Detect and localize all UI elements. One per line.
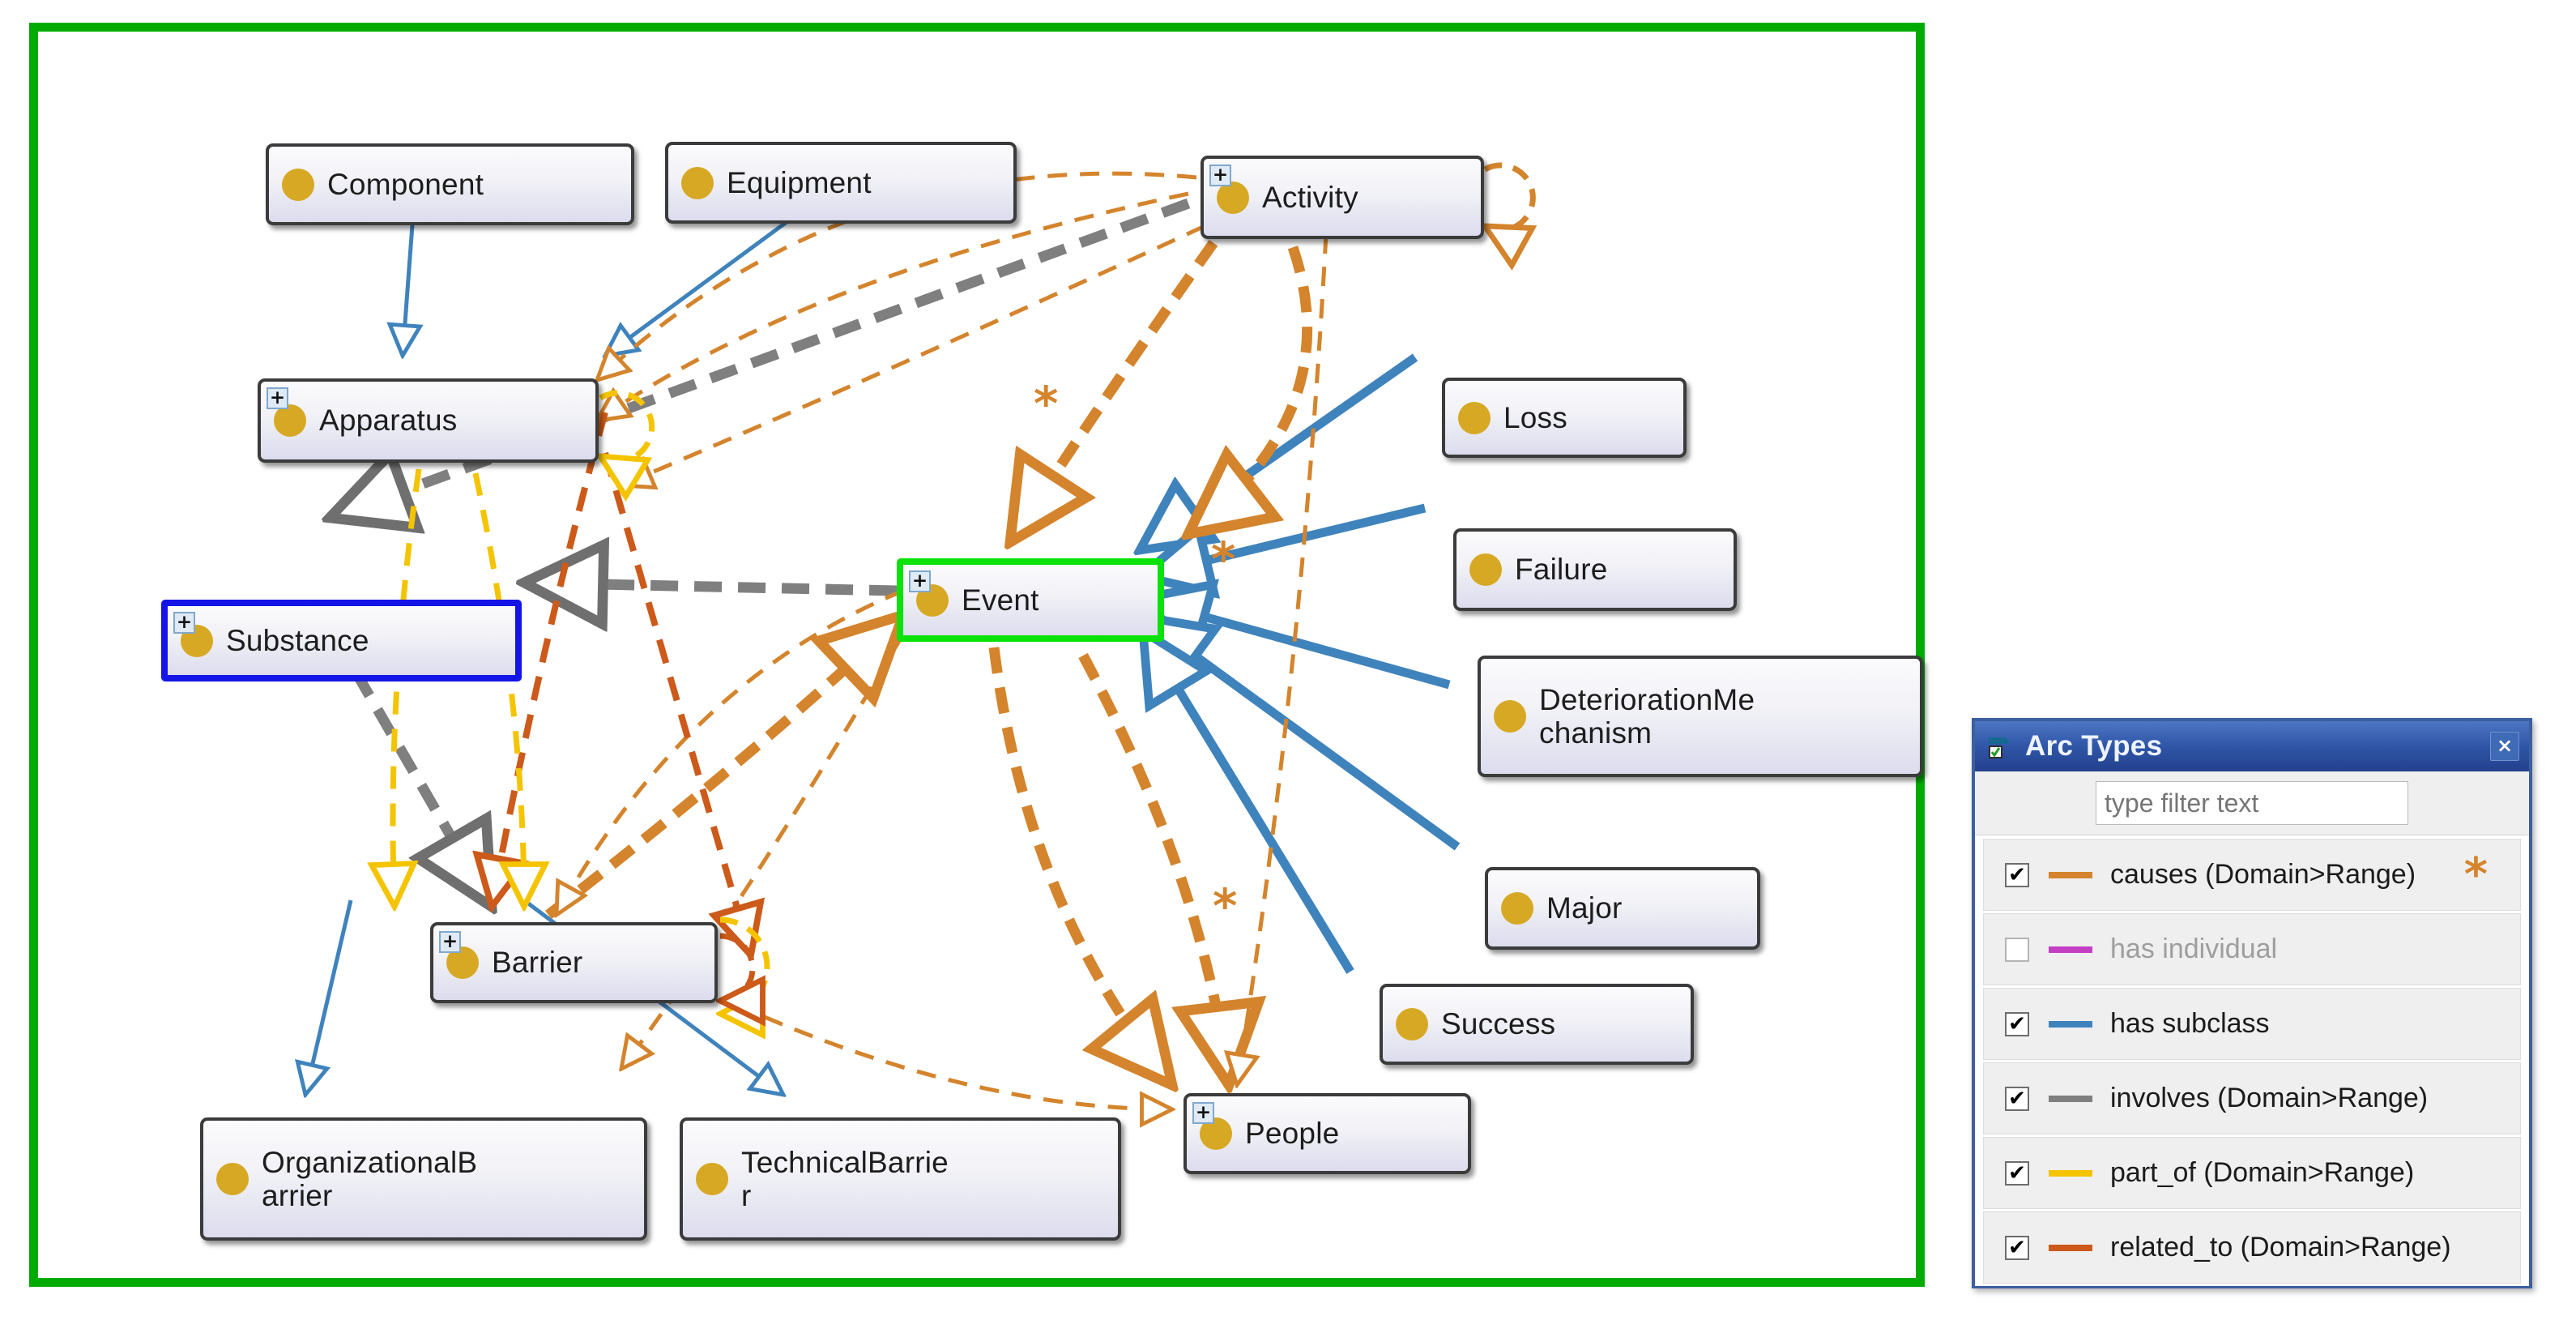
arc-type-color-swatch — [2049, 1244, 2092, 1251]
graph-node-component[interactable]: Component — [266, 143, 634, 225]
arc-type-label: has subclass — [2110, 1008, 2270, 1039]
expand-node-icon[interactable]: + — [1192, 1102, 1214, 1124]
self-loop-activity-causes — [1485, 162, 1533, 230]
graph-node-loss[interactable]: Loss — [1442, 378, 1687, 458]
graph-node-activity[interactable]: + Activity — [1201, 156, 1484, 239]
graph-node-failure[interactable]: Failure — [1453, 528, 1737, 611]
arc-types-list: ✔ causes (Domain>Range) * has individual ✔ ha… — [1975, 835, 2529, 1286]
arc-type-cardinality-marker: * — [2463, 848, 2488, 901]
graph-node-orgbarrier[interactable]: OrganizationalB arrier — [200, 1117, 647, 1241]
graph-node-label: Component — [327, 167, 484, 201]
arc-type-checkbox[interactable]: ✔ — [2005, 1235, 2029, 1260]
class-bullet-icon — [1396, 1008, 1428, 1040]
graph-node-label: Substance — [226, 623, 369, 657]
arc-types-titlebar: Arc Types × — [1975, 721, 2529, 771]
graph-node-equipment[interactable]: Equipment — [665, 142, 1017, 224]
class-bullet-icon — [681, 166, 714, 199]
arc-type-label: part_of (Domain>Range) — [2110, 1157, 2415, 1188]
graph-node-barrier[interactable]: + Barrier — [430, 922, 718, 1003]
graph-node-substance[interactable]: + Substance — [161, 600, 522, 681]
self-loop-apparatus-part-of — [600, 390, 655, 461]
arc-type-color-swatch — [2049, 871, 2092, 878]
arc-type-color-swatch — [2049, 1095, 2092, 1102]
arc-type-label: involves (Domain>Range) — [2110, 1083, 2429, 1113]
graph-node-people[interactable]: + People — [1184, 1093, 1471, 1174]
arc-type-checkbox[interactable] — [2005, 937, 2029, 962]
expand-node-icon[interactable]: + — [909, 570, 931, 592]
arc-types-panel[interactable]: Arc Types × ✔ causes (Domain>Range) * has i… — [1972, 718, 2532, 1288]
graph-node-label: Loss — [1503, 400, 1567, 434]
arc-type-color-swatch — [2049, 946, 2092, 953]
arc-type-checkbox[interactable]: ✔ — [2005, 1160, 2029, 1186]
cardinality-marker: * — [1213, 878, 1238, 934]
expand-node-icon[interactable]: + — [267, 387, 288, 409]
graph-node-label: People — [1245, 1117, 1340, 1151]
class-bullet-icon — [1501, 892, 1533, 925]
graph-node-label: Apparatus — [319, 404, 458, 438]
ontology-graph-viewer: Component Equipment + Activity + Apparatus Los… — [0, 0, 2576, 1333]
graph-node-label: Equipment — [727, 165, 872, 199]
arc-type-row[interactable]: ✔ part_of (Domain>Range) — [1983, 1137, 2521, 1209]
graph-node-label: Barrier — [492, 946, 583, 980]
class-bullet-icon — [696, 1163, 728, 1195]
arc-type-row[interactable]: ✔ involves (Domain>Range) — [1983, 1062, 2521, 1134]
expand-node-icon[interactable]: + — [1209, 164, 1231, 186]
arc-types-filter-row — [1975, 771, 2529, 835]
class-bullet-icon — [1458, 401, 1491, 434]
arc-type-row[interactable]: ✔ related_to (Domain>Range) — [1983, 1211, 2521, 1284]
edge-group-related-to — [492, 411, 751, 955]
arc-type-color-swatch — [2049, 1020, 2092, 1028]
arc-type-label: related_to (Domain>Range) — [2110, 1232, 2451, 1263]
arc-type-label: causes (Domain>Range) — [2110, 859, 2416, 890]
graph-node-label: Major — [1546, 891, 1623, 925]
expand-node-icon[interactable]: + — [439, 931, 461, 953]
class-bullet-icon — [274, 404, 306, 437]
graph-canvas[interactable]: Component Equipment + Activity + Apparatus Los… — [29, 23, 1925, 1287]
graph-node-label: Success — [1441, 1007, 1556, 1041]
graph-node-success[interactable]: Success — [1380, 984, 1694, 1065]
arc-type-label: has individual — [2110, 934, 2278, 964]
arc-type-row[interactable]: has individual — [1983, 913, 2521, 985]
expand-node-icon[interactable]: + — [173, 612, 195, 634]
arc-type-checkbox[interactable]: ✔ — [2005, 1086, 2029, 1111]
arc-type-row[interactable]: ✔ has subclass — [1983, 988, 2521, 1060]
arc-types-view-icon — [1986, 733, 2014, 760]
class-bullet-icon — [216, 1163, 249, 1195]
close-icon[interactable]: × — [2490, 732, 2519, 761]
graph-node-label: TechnicalBarrie r — [741, 1145, 949, 1212]
graph-node-major[interactable]: Major — [1485, 867, 1760, 950]
class-bullet-icon — [1494, 700, 1526, 733]
edge-group-event-subclass — [1140, 353, 1461, 974]
graph-node-label: Event — [962, 583, 1039, 617]
graph-node-label: DeteriorationMe chanism — [1539, 682, 1755, 750]
graph-node-techbarrier[interactable]: TechnicalBarrie r — [680, 1117, 1121, 1241]
arc-type-row[interactable]: ✔ causes (Domain>Range) * — [1983, 839, 2521, 911]
class-bullet-icon — [282, 168, 314, 201]
class-bullet-icon — [1469, 553, 1502, 586]
graph-node-apparatus[interactable]: + Apparatus — [258, 378, 599, 463]
graph-node-deterioration[interactable]: DeteriorationMe chanism — [1478, 656, 1923, 777]
graph-node-label: Failure — [1515, 553, 1608, 587]
arc-types-title: Arc Types — [2025, 730, 2163, 762]
arc-type-checkbox[interactable]: ✔ — [2005, 1011, 2029, 1036]
graph-node-label: OrganizationalB arrier — [262, 1145, 478, 1212]
edge-group-involves — [330, 198, 1191, 907]
graph-node-label: Activity — [1262, 180, 1358, 214]
cardinality-marker: * — [1211, 532, 1236, 587]
cardinality-marker: * — [1034, 376, 1059, 431]
arc-type-checkbox[interactable]: ✔ — [2005, 862, 2029, 887]
arc-type-color-swatch — [2049, 1169, 2092, 1177]
graph-node-event[interactable]: + Event — [897, 558, 1164, 642]
arc-types-filter-input[interactable] — [2096, 781, 2408, 825]
